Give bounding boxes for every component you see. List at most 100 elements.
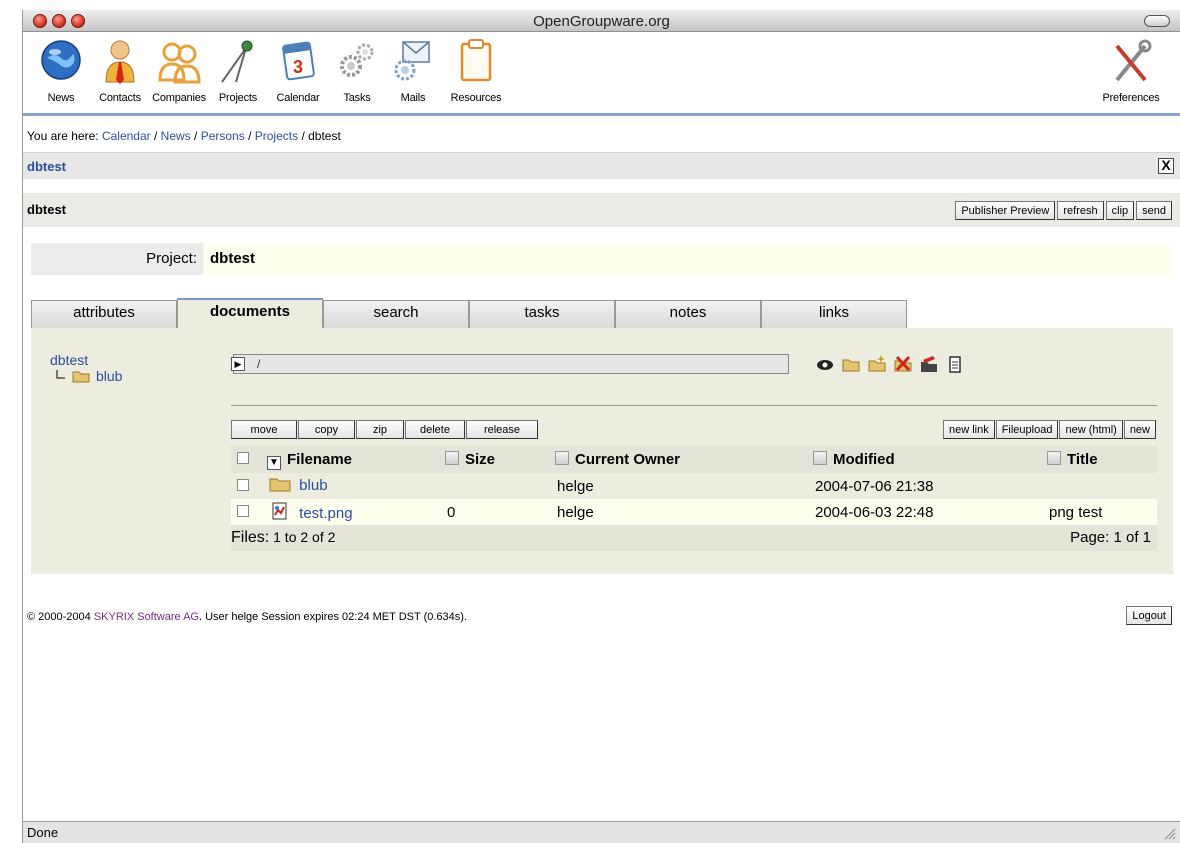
toolbar-calendar[interactable]: 3 Calendar — [268, 32, 328, 104]
table-row: test.png 0 helge 2004-06-03 22:48 png te… — [231, 499, 1157, 525]
send-button[interactable]: send — [1136, 201, 1172, 220]
sort-icon[interactable] — [813, 451, 827, 465]
sort-icon[interactable] — [555, 451, 569, 465]
file-title-cell: png test — [1049, 504, 1103, 521]
clipboard-icon[interactable] — [945, 354, 965, 374]
toolbar-label: News — [47, 92, 75, 104]
toolbar-resources[interactable]: Resources — [446, 32, 506, 104]
select-all-checkbox[interactable] — [237, 452, 249, 464]
compass-icon — [221, 40, 253, 83]
path-value: / — [257, 357, 261, 371]
resize-grip-icon[interactable] — [1162, 826, 1176, 840]
toolbar-label: Mails — [400, 92, 426, 104]
tab-notes[interactable]: notes — [615, 300, 761, 328]
new-button[interactable]: new — [1123, 420, 1156, 439]
column-title[interactable]: Title — [1047, 451, 1098, 468]
view-icon[interactable] — [815, 354, 835, 374]
zip-button[interactable]: zip — [356, 420, 404, 439]
document-tool-icons — [815, 354, 965, 374]
create-actions: new link Fileupload new (html) new — [942, 420, 1157, 439]
close-panel-button[interactable]: X — [1158, 158, 1174, 174]
documents-table: ▼ Filename Size Current Owner Modified Ti… — [231, 446, 1157, 551]
toolbar-projects[interactable]: Projects — [208, 32, 268, 104]
new-folder-icon[interactable] — [867, 354, 887, 374]
file-actions: move copy zip delete release — [231, 420, 539, 439]
copy-button[interactable]: copy — [298, 420, 355, 439]
file-owner-cell: helge — [557, 504, 594, 521]
new-link-button[interactable]: new link — [942, 420, 995, 439]
toolbar-mails[interactable]: Mails — [383, 32, 443, 104]
open-folder-icon[interactable] — [841, 354, 861, 374]
status-bar: Done — [23, 821, 1180, 843]
toolbar-label: Projects — [218, 92, 258, 104]
file-name-cell: blub — [269, 476, 328, 494]
sort-icon[interactable] — [445, 451, 459, 465]
breadcrumb-link-persons[interactable]: Persons — [201, 129, 245, 143]
logout-button[interactable]: Logout — [1126, 606, 1172, 625]
panel-title: dbtest — [27, 159, 66, 174]
toolbar-label: Tasks — [343, 92, 371, 104]
image-file-icon — [272, 502, 287, 520]
column-owner[interactable]: Current Owner — [555, 451, 680, 468]
toolbar-label: Resources — [450, 92, 502, 104]
window-title: OpenGroupware.org — [533, 13, 670, 30]
delete-folder-icon[interactable] — [893, 354, 913, 374]
row-checkbox[interactable] — [237, 505, 249, 517]
row-checkbox[interactable] — [237, 479, 249, 491]
table-row: blub helge 2004-07-06 21:38 — [231, 473, 1157, 499]
toolbar-toggle-button[interactable] — [1144, 15, 1170, 27]
release-button[interactable]: release — [466, 420, 538, 439]
file-link[interactable]: blub — [299, 477, 327, 494]
gears-icon — [340, 43, 374, 77]
new-html-button[interactable]: new (html) — [1059, 420, 1123, 439]
delete-button[interactable]: delete — [405, 420, 465, 439]
tree-child[interactable]: blub — [56, 368, 122, 384]
toolbar-tasks[interactable]: Tasks — [327, 32, 387, 104]
company-link[interactable]: SKYRIX Software AG — [94, 611, 199, 623]
clipboard-icon — [460, 39, 492, 82]
breadcrumb-link-news[interactable]: News — [161, 129, 191, 143]
toolbar-contacts[interactable]: Contacts — [90, 32, 150, 104]
folder-icon — [269, 478, 291, 492]
tab-documents[interactable]: documents — [177, 298, 323, 328]
column-filename[interactable]: ▼ Filename — [267, 451, 352, 470]
files-count: Files: 1 to 2 of 2 — [231, 529, 335, 547]
move-folder-icon[interactable] — [919, 354, 939, 374]
folder-tree: dbtest blub — [50, 352, 122, 384]
file-link[interactable]: test.png — [299, 505, 352, 522]
toolbar-label: Preferences — [1102, 92, 1160, 104]
file-size-cell: 0 — [447, 504, 456, 521]
breadcrumb-link-projects[interactable]: Projects — [255, 129, 298, 143]
app-toolbar: News Contacts Companies Projects 3 Calen… — [23, 32, 1180, 116]
expand-path-button[interactable]: ▶ — [231, 357, 245, 371]
refresh-button[interactable]: refresh — [1057, 201, 1104, 220]
status-text: Done — [27, 825, 59, 840]
tab-search[interactable]: search — [323, 300, 469, 328]
column-label: Modified — [833, 451, 895, 468]
sort-icon[interactable] — [1047, 451, 1061, 465]
clip-button[interactable]: clip — [1105, 201, 1135, 220]
tab-tasks[interactable]: tasks — [469, 300, 615, 328]
object-title: dbtest — [27, 202, 66, 217]
tree-root[interactable]: dbtest — [50, 352, 122, 368]
column-size[interactable]: Size — [445, 451, 495, 468]
toolbar-news[interactable]: News — [31, 32, 91, 104]
session-text: . User helge Session expires 02:24 MET D… — [198, 611, 467, 623]
move-button[interactable]: move — [231, 420, 297, 439]
toolbar-preferences[interactable]: Preferences — [1091, 32, 1171, 104]
toolbar-companies[interactable]: Companies — [149, 32, 209, 104]
breadcrumb-prefix: You are here: — [27, 129, 102, 143]
separator-line — [231, 405, 1157, 406]
tab-links[interactable]: links — [761, 300, 907, 328]
breadcrumb-link-calendar[interactable]: Calendar — [102, 129, 151, 143]
column-modified[interactable]: Modified — [813, 451, 895, 468]
tab-attributes[interactable]: attributes — [31, 300, 177, 328]
panel-header: dbtest X — [23, 152, 1180, 179]
toolbar-label: Contacts — [99, 92, 141, 104]
breadcrumb-separator: / — [190, 129, 201, 143]
sort-desc-icon[interactable]: ▼ — [267, 456, 281, 470]
tree-child-label: blub — [96, 368, 123, 384]
fileupload-button[interactable]: Fileupload — [995, 420, 1059, 439]
path-field[interactable] — [233, 354, 789, 374]
publisher-preview-button[interactable]: Publisher Preview — [955, 201, 1056, 220]
